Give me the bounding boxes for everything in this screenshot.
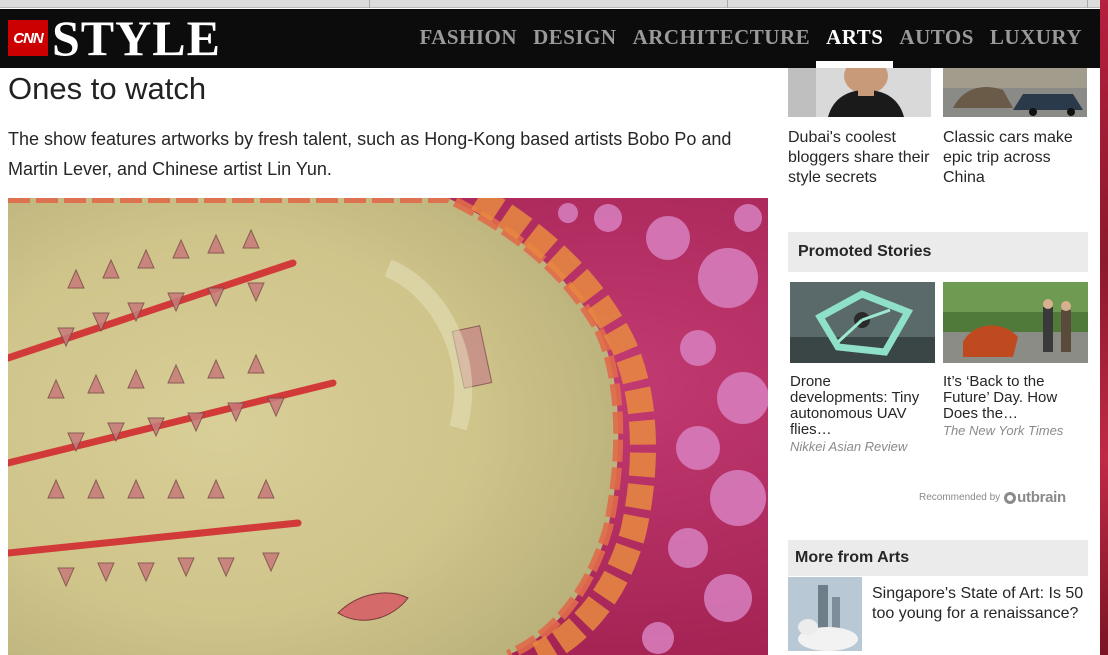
nav-autos[interactable]: AUTOS [891,23,981,51]
more-link-singapore[interactable]: Singapore's State of Art: Is 50 too youn… [872,584,1088,624]
page-edge-background [1100,0,1108,655]
nav-architecture[interactable]: ARCHITECTURE [625,23,819,51]
back-to-future-photo-icon [943,282,1088,363]
related-link-blogger[interactable]: Dubai's coolest bloggers share their sty… [788,128,934,188]
style-logo[interactable]: STYLE [52,13,221,63]
more-thumb-singapore[interactable] [788,577,862,651]
drone-photo-icon [790,282,935,363]
blogger-photo-icon [788,68,931,117]
promoted-stories-heading: Promoted Stories [788,232,1088,272]
outbrain-logo[interactable]: utbrain [1004,489,1066,506]
nav-arts[interactable]: ARTS [816,23,894,68]
nav-luxury[interactable]: LUXURY [982,23,1090,51]
article-heading: Ones to watch [8,71,207,106]
cnn-logo[interactable]: CNN [8,20,48,56]
classic-car-photo-icon [943,68,1087,117]
browser-tab[interactable] [728,0,1088,8]
outbrain-wordmark: utbrain [1017,489,1066,506]
related-thumb-blogger[interactable] [788,68,931,117]
more-from-arts-heading: More from Arts [788,540,1088,576]
singapore-photo-icon [788,577,862,651]
recommended-by-label: Recommended by [919,492,1001,503]
browser-tab[interactable] [0,0,370,8]
browser-tab[interactable] [370,0,728,8]
main-nav: FASHION DESIGN ARCHITECTURE ARTS AUTOS L… [411,23,1090,68]
promo-thumb-drone[interactable] [790,282,935,363]
nav-fashion[interactable]: FASHION [411,23,525,51]
artwork-image [8,198,768,655]
related-link-cars[interactable]: Classic cars make epic trip across China [943,128,1088,188]
related-thumb-cars[interactable] [943,68,1087,117]
promo-thumb-bttf[interactable] [943,282,1088,363]
article-paragraph: The show features artworks by fresh tale… [8,129,732,179]
outbrain-o-icon [1004,491,1017,504]
promo-source-nyt: The New York Times [943,423,1064,438]
promo-source-nikkei: Nikkei Asian Review [790,439,908,454]
promo-link-drone[interactable]: Drone developments: Tiny autonomous UAV … [790,374,932,438]
recommended-by-outbrain[interactable]: Recommended by utbrain [919,489,1066,506]
site-header: CNN STYLE FASHION DESIGN ARCHITECTURE AR… [0,9,1100,68]
artwork-painting [8,198,768,655]
browser-tab-strip [0,0,1108,8]
promo-link-bttf[interactable]: It’s ‘Back to the Future’ Day. How Does … [943,374,1088,422]
nav-design[interactable]: DESIGN [525,23,625,51]
